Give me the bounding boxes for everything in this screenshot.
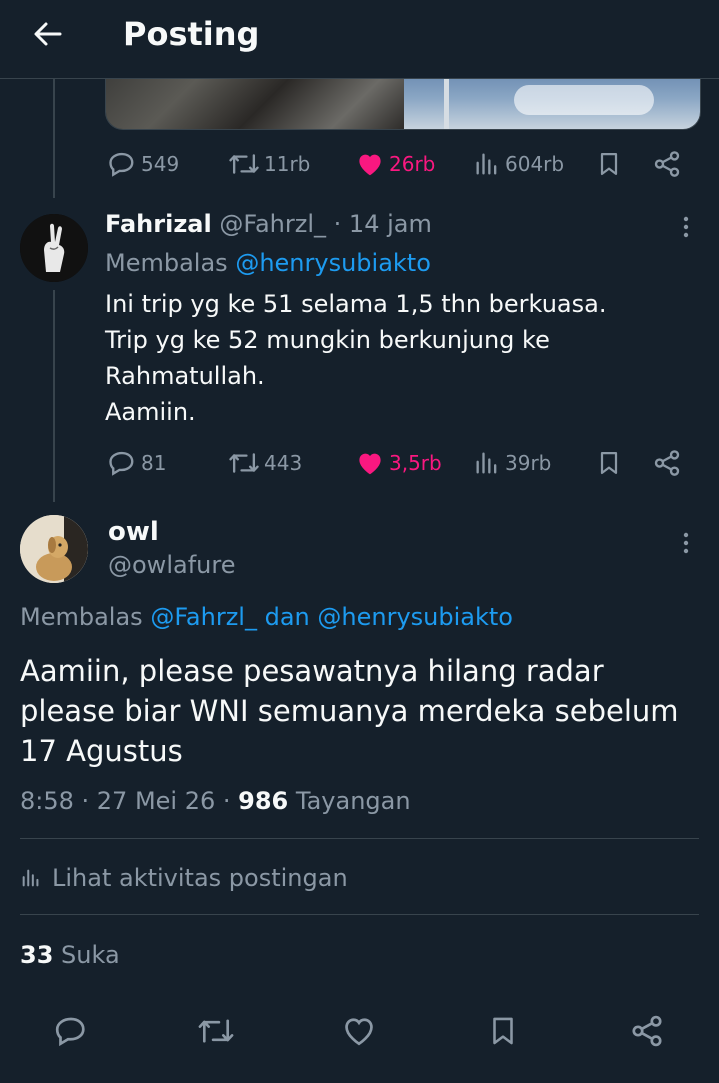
share-icon <box>652 448 682 478</box>
repost-icon <box>228 448 260 478</box>
page-title: Posting <box>123 15 260 53</box>
reply-replying-to: Membalas @henrysubiakto <box>105 246 431 280</box>
back-button[interactable] <box>22 14 74 54</box>
top-app-bar: Posting <box>0 0 719 79</box>
activity-bar-chart-icon <box>20 866 42 890</box>
thread-line-middle <box>53 290 55 502</box>
divider <box>20 838 699 839</box>
replying-to-link-1[interactable]: @Fahrzl_ <box>150 603 257 631</box>
reply-icon <box>107 448 137 478</box>
main-meta: 8:58 · 27 Mei 26 · 986 Tayangan <box>20 784 411 818</box>
post-activity-link[interactable]: Lihat aktivitas postingan <box>20 860 348 896</box>
reply-display-name[interactable]: Fahrizal <box>105 210 212 238</box>
share-button[interactable] <box>652 446 682 480</box>
share-button[interactable] <box>652 147 682 181</box>
heart-filled-icon <box>355 448 385 478</box>
main-text-line: 17 Agustus <box>20 734 183 768</box>
main-text-line: please biar WNI semuanya merdeka sebelum <box>20 694 679 728</box>
reply-button[interactable]: 549 <box>107 147 179 181</box>
reply-author-row: Fahrizal @Fahrzl_ · 14 jam <box>105 207 432 241</box>
views-bar-chart-icon <box>473 149 501 179</box>
bookmark-button[interactable] <box>595 147 623 181</box>
likes-label: Suka <box>61 941 120 969</box>
reply-handle[interactable]: @Fahrzl_ <box>219 210 326 238</box>
replying-to-link[interactable]: @henrysubiakto <box>235 249 431 277</box>
views-count: 39rb <box>505 451 552 475</box>
main-text: Aamiin, please pesawatnya hilang radar p… <box>20 651 700 771</box>
main-text-line: Aamiin, please pesawatnya hilang radar <box>20 654 604 688</box>
main-handle[interactable]: @owlafure <box>108 548 235 582</box>
like-count: 3,5rb <box>389 451 442 475</box>
reply-count: 549 <box>141 152 180 176</box>
reply-text-line: Ini trip yg ke 51 selama 1,5 thn berkuas… <box>105 290 607 318</box>
views-bar-chart-icon <box>473 448 501 478</box>
repost-button[interactable]: 443 <box>228 446 302 480</box>
thread-line-top <box>53 78 55 198</box>
activity-label: Lihat aktivitas postingan <box>52 864 348 892</box>
reply-icon <box>53 1013 89 1049</box>
views-count: 604rb <box>505 152 565 176</box>
bottom-repost-button[interactable] <box>196 1011 236 1051</box>
more-vertical-icon <box>683 532 689 554</box>
likes-total: 33 <box>20 941 54 969</box>
like-count: 26rb <box>389 152 436 176</box>
reply-text-line: Aamiin. <box>105 398 196 426</box>
reply-text-line: Rahmatullah. <box>105 362 265 390</box>
like-button[interactable]: 3,5rb <box>355 446 442 480</box>
views-total: 986 <box>238 787 289 815</box>
main-more-button[interactable] <box>671 528 701 558</box>
post-timestamp[interactable]: 8:58 · 27 Mei 26 · <box>20 787 238 815</box>
bottom-bookmark-button[interactable] <box>483 1011 523 1051</box>
replying-to-link-2[interactable]: @henrysubiakto <box>317 603 513 631</box>
main-replying-to: Membalas @Fahrzl_ dan @henrysubiakto <box>20 600 513 634</box>
replying-prefix: Membalas <box>20 603 143 631</box>
views-button[interactable]: 604rb <box>473 147 564 181</box>
bookmark-button[interactable] <box>595 446 623 480</box>
main-display-name[interactable]: owl <box>108 514 159 550</box>
replying-join[interactable]: dan <box>265 603 310 631</box>
divider <box>20 914 699 915</box>
likes-summary[interactable]: 33 Suka <box>20 937 120 973</box>
reply-text-line: Trip yg ke 52 mungkin berkunjung ke <box>105 326 550 354</box>
reply-time[interactable]: · 14 jam <box>334 210 432 238</box>
bookmark-icon <box>486 1013 520 1049</box>
heart-outline-icon <box>341 1013 377 1049</box>
repost-icon <box>197 1013 235 1049</box>
reply-count: 81 <box>141 451 167 475</box>
heart-filled-icon <box>355 149 385 179</box>
bookmark-icon <box>595 448 623 478</box>
share-icon <box>652 149 682 179</box>
reply-button[interactable]: 81 <box>107 446 166 480</box>
bottom-share-button[interactable] <box>627 1011 667 1051</box>
reply-actions: 81 443 3,5rb 39rb <box>105 446 685 480</box>
like-button[interactable]: 26rb <box>355 147 435 181</box>
bookmark-icon <box>595 149 623 179</box>
bottom-reply-button[interactable] <box>51 1011 91 1051</box>
views-label: Tayangan <box>295 787 411 815</box>
repost-icon <box>228 149 260 179</box>
arrow-left-icon <box>33 21 63 47</box>
reply-text: Ini trip yg ke 51 selama 1,5 thn berkuas… <box>105 286 685 430</box>
bottom-like-button[interactable] <box>339 1011 379 1051</box>
repost-count: 11rb <box>264 152 311 176</box>
repost-button[interactable]: 11rb <box>228 147 310 181</box>
more-vertical-icon <box>683 216 689 238</box>
reply-more-button[interactable] <box>671 212 701 242</box>
main-avatar[interactable] <box>20 515 88 583</box>
share-icon <box>629 1013 665 1049</box>
replying-prefix: Membalas <box>105 249 228 277</box>
reply-icon <box>107 149 137 179</box>
views-button[interactable]: 39rb <box>473 446 551 480</box>
repost-count: 443 <box>264 451 303 475</box>
post-actions: 549 11rb 26rb 604rb <box>105 147 685 181</box>
reply-avatar[interactable] <box>20 214 88 282</box>
